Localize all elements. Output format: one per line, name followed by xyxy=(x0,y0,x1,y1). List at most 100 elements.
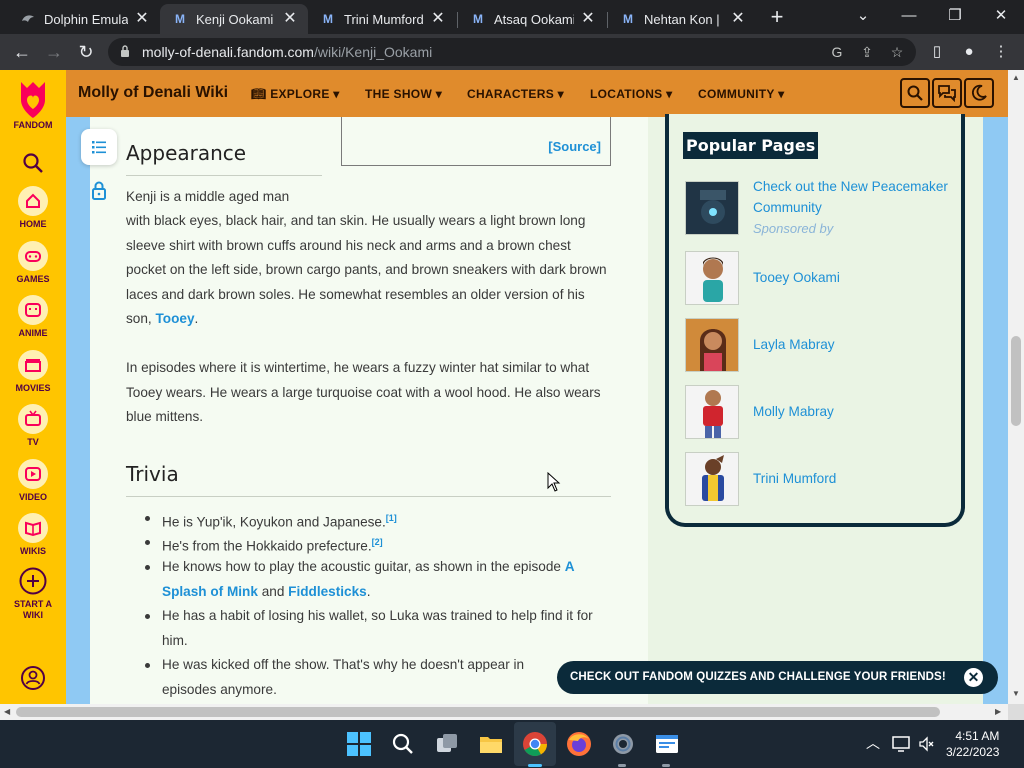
sponsored-title[interactable]: Check out the New Peacemaker Community xyxy=(753,176,953,218)
scrollbar-thumb[interactable] xyxy=(16,707,940,717)
rail-user-account[interactable] xyxy=(0,665,66,691)
quiz-banner[interactable]: CHECK OUT FANDOM QUIZZES AND CHALLENGE Y… xyxy=(557,661,998,694)
nav-the-show[interactable]: THE SHOW ▾ xyxy=(365,87,442,101)
fandom-logo[interactable]: FANDOM xyxy=(0,78,66,131)
wiki-name[interactable]: Molly of Denali Wiki xyxy=(78,84,228,102)
rail-item-anime[interactable]: ANIME xyxy=(0,295,66,339)
windows-start-icon[interactable] xyxy=(345,730,373,758)
tab-dolphin-emulator[interactable]: Dolphin Emulator ✕ xyxy=(8,4,160,34)
close-window-button[interactable]: ✕ xyxy=(978,4,1024,28)
plus-circle-icon xyxy=(19,567,47,595)
volume-muted-icon[interactable] xyxy=(918,736,934,752)
system-clock[interactable]: 4:51 AM 3/22/2023 xyxy=(946,728,999,760)
tooey-link[interactable]: Tooey xyxy=(155,311,194,326)
new-tab-button[interactable]: + xyxy=(766,6,788,28)
scroll-up-icon[interactable]: ▲ xyxy=(1011,73,1021,82)
trivia-text: He knows how to play the acoustic guitar… xyxy=(162,559,565,574)
rail-item-wikis[interactable]: WIKIS xyxy=(0,513,66,557)
active-indicator xyxy=(528,764,542,767)
fandom-m-icon: M xyxy=(175,12,185,26)
tab-search-icon[interactable]: ⌄ xyxy=(840,4,886,28)
rail-search[interactable] xyxy=(0,152,66,174)
rail-item-games[interactable]: GAMES xyxy=(0,241,66,285)
nav-explore[interactable]: 📖︎ EXPLORE ▾ xyxy=(251,87,340,101)
close-tab-icon[interactable]: ✕ xyxy=(430,11,446,27)
vertical-scrollbar[interactable]: ▲ ▼ xyxy=(1008,70,1024,704)
restore-button[interactable]: ❐ xyxy=(932,4,978,28)
menu-kebab-icon[interactable]: ⋮ xyxy=(990,41,1012,63)
bookmark-star-icon[interactable]: ☆ xyxy=(888,43,906,61)
page-protection-button[interactable] xyxy=(81,174,117,208)
scroll-right-icon[interactable]: ▶ xyxy=(995,707,1001,716)
book-icon xyxy=(18,513,48,543)
share-icon[interactable]: ⇪ xyxy=(858,43,876,61)
app-window-icon[interactable] xyxy=(653,730,681,758)
tab-atsaq-ookami[interactable]: M Atsaq Ookami | M ✕ xyxy=(458,4,606,34)
rail-item-tv[interactable]: TV xyxy=(0,404,66,448)
close-banner-icon[interactable]: ✕ xyxy=(964,668,983,687)
rail-label: VIDEO xyxy=(18,492,47,502)
infobox-source-link[interactable]: [Source] xyxy=(548,139,601,154)
back-icon[interactable]: ← xyxy=(10,40,34,64)
popular-page-link[interactable]: Layla Mabray xyxy=(753,334,835,355)
search-icon[interactable] xyxy=(389,730,417,758)
tv-icon xyxy=(18,404,48,434)
clock-date: 3/22/2023 xyxy=(946,745,1000,759)
nav-characters[interactable]: CHARACTERS ▾ xyxy=(467,87,564,101)
episode-link-fiddlesticks[interactable]: Fiddlesticks xyxy=(288,584,367,599)
sponsored-item[interactable]: Check out the New Peacemaker Community S… xyxy=(685,179,955,251)
popular-page-link[interactable]: Tooey Ookami xyxy=(753,267,840,288)
nav-community[interactable]: COMMUNITY ▾ xyxy=(698,87,784,101)
tab-trini-mumford[interactable]: M Trini Mumford | M ✕ xyxy=(308,4,456,34)
close-tab-icon[interactable]: ✕ xyxy=(282,11,298,27)
heading-rule xyxy=(126,175,322,176)
minimize-button[interactable]: — xyxy=(886,4,932,28)
address-bar[interactable]: molly-of-denali.fandom.com/wiki/Kenji_Oo… xyxy=(108,38,916,66)
popular-page-item[interactable]: Layla Mabray xyxy=(685,318,955,373)
close-tab-icon[interactable]: ✕ xyxy=(730,11,746,27)
popular-page-item[interactable]: Tooey Ookami xyxy=(685,251,955,306)
page-viewport: FANDOM HOME GAMES ANIME MOVIES TV VIDEO xyxy=(0,70,1008,704)
tab-strip: Dolphin Emulator ✕ M Kenji Ookami | M ✕ … xyxy=(0,0,1024,34)
character-thumbnail xyxy=(685,318,739,372)
task-view-icon[interactable] xyxy=(433,730,461,758)
google-lens-icon[interactable]: G xyxy=(828,43,846,61)
reference-link[interactable]: [2] xyxy=(372,537,383,547)
wiki-search-button[interactable] xyxy=(900,78,930,108)
reload-icon[interactable]: ↻ xyxy=(74,40,98,64)
settings-gear-icon[interactable] xyxy=(609,730,637,758)
chrome-icon[interactable] xyxy=(521,730,549,758)
reference-link[interactable]: [1] xyxy=(386,513,397,523)
rail-item-video[interactable]: VIDEO xyxy=(0,459,66,503)
network-monitor-icon[interactable] xyxy=(892,736,910,752)
popular-page-link[interactable]: Molly Mabray xyxy=(753,401,834,422)
scrollbar-thumb[interactable] xyxy=(1011,336,1021,426)
horizontal-scrollbar[interactable]: ◀ ▶ xyxy=(0,704,1008,720)
tab-kenji-ookami[interactable]: M Kenji Ookami | M ✕ xyxy=(160,4,308,34)
quiz-banner-text: CHECK OUT FANDOM QUIZZES AND CHALLENGE Y… xyxy=(570,671,946,683)
forward-icon[interactable]: → xyxy=(42,40,66,64)
show-hidden-icons-chevron[interactable]: ︿ xyxy=(866,733,880,753)
close-tab-icon[interactable]: ✕ xyxy=(580,11,596,27)
rail-item-start-a-wiki[interactable]: START A WIKI xyxy=(0,566,66,621)
popular-page-item[interactable]: Trini Mumford xyxy=(685,452,955,507)
file-explorer-icon[interactable] xyxy=(477,730,505,758)
popular-page-link[interactable]: Trini Mumford xyxy=(753,468,836,489)
taskbar: ︿ 4:51 AM 3/22/2023 xyxy=(0,720,1024,768)
lock-icon xyxy=(121,45,129,57)
firefox-icon[interactable] xyxy=(565,730,593,758)
close-tab-icon[interactable]: ✕ xyxy=(134,11,150,27)
theme-toggle-button[interactable] xyxy=(964,78,994,108)
table-of-contents-button[interactable] xyxy=(81,129,117,165)
discussions-button[interactable] xyxy=(932,78,962,108)
rail-item-movies[interactable]: MOVIES xyxy=(0,350,66,394)
rail-item-home[interactable]: HOME xyxy=(0,186,66,230)
scroll-down-icon[interactable]: ▼ xyxy=(1011,689,1021,698)
scroll-left-icon[interactable]: ◀ xyxy=(4,707,10,716)
side-panel-icon[interactable]: ▯ xyxy=(926,41,948,63)
popular-page-item[interactable]: Molly Mabray xyxy=(685,385,955,440)
tab-title: Kenji Ookami | M xyxy=(196,11,276,27)
nav-locations[interactable]: LOCATIONS ▾ xyxy=(590,87,672,101)
tab-nehtan-kon[interactable]: M Nehtan Kon | M ✕ xyxy=(608,4,756,34)
profile-icon[interactable]: ● xyxy=(958,41,980,63)
